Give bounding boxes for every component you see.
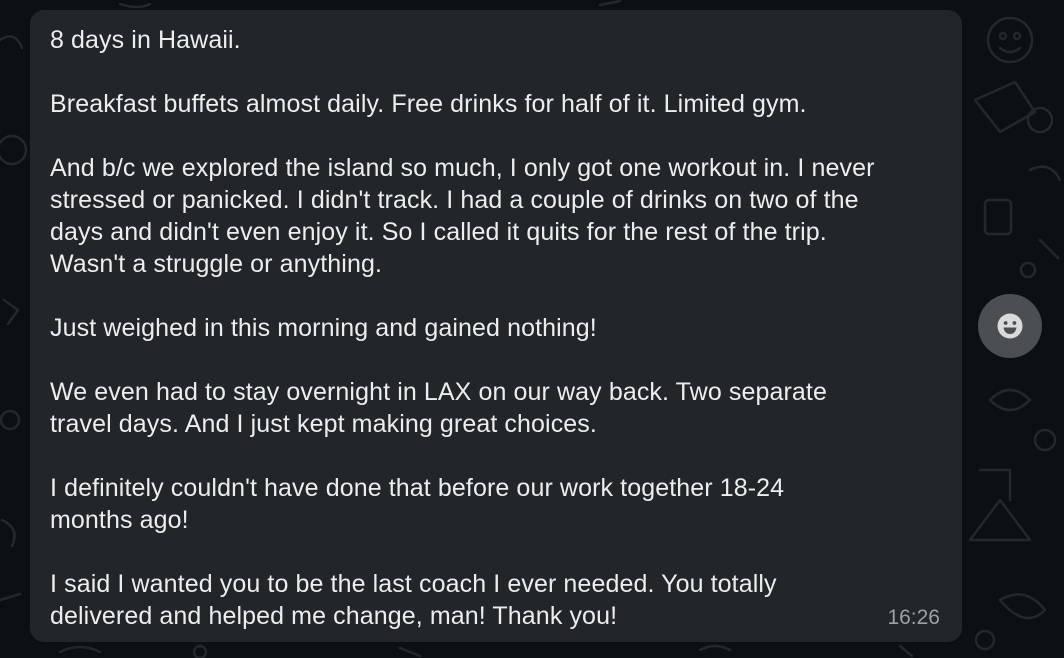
emoji-reaction-button[interactable] [978, 294, 1042, 358]
chat-background: 8 days in Hawaii. Breakfast buffets almo… [0, 0, 1064, 658]
smiley-face-icon [997, 313, 1023, 339]
message-timestamp: 16:26 [887, 606, 940, 629]
message-text: 8 days in Hawaii. Breakfast buffets almo… [50, 26, 875, 630]
message-bubble[interactable]: 8 days in Hawaii. Breakfast buffets almo… [30, 10, 962, 642]
